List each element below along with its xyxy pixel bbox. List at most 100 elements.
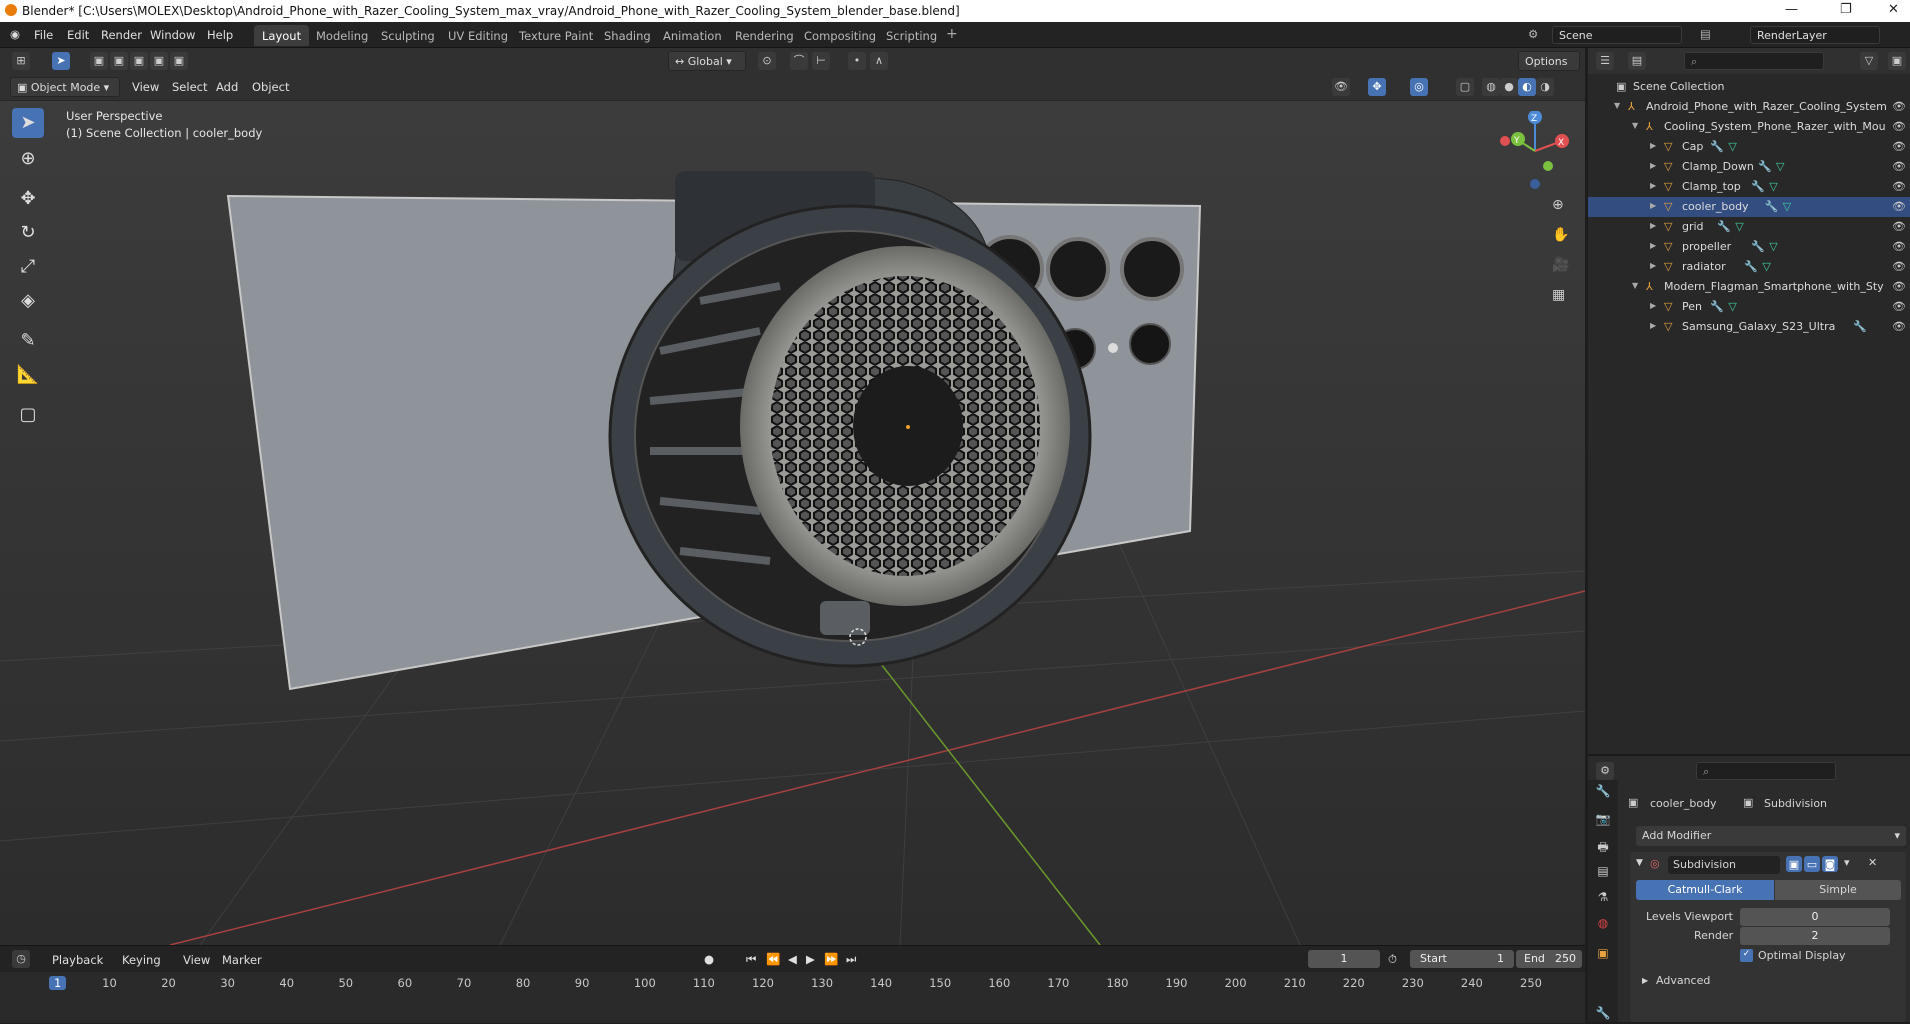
add-modifier-button[interactable]: Add Modifier ▾	[1636, 826, 1906, 846]
camera-view-icon[interactable]: 🎥	[1552, 257, 1569, 273]
annotate-tool-icon[interactable]: ✎	[12, 326, 44, 356]
outliner-object-cooler-body[interactable]: ▶ ▽ cooler_body 🔧 ▽ 👁	[1588, 197, 1910, 217]
render-layer-icon[interactable]: ▤	[1700, 27, 1711, 41]
advanced-label[interactable]: Advanced	[1656, 974, 1710, 987]
visibility-eye-icon[interactable]: 👁	[1892, 180, 1906, 193]
editmode-toggle-icon[interactable]: ▣	[1786, 856, 1802, 872]
visibility-eye-icon[interactable]: 👁	[1892, 200, 1906, 213]
mesh-data-icon[interactable]: ▽	[1783, 200, 1791, 213]
visibility-eye-icon[interactable]: 👁	[1892, 240, 1906, 253]
pan-hand-icon[interactable]: ✋	[1552, 227, 1569, 243]
expand-icon[interactable]: ▼	[1632, 281, 1638, 290]
editor-type-icon[interactable]: ⊞	[12, 52, 30, 70]
tab-rendering[interactable]: Rendering	[727, 25, 802, 46]
viewport-menu-add[interactable]: Add	[216, 80, 238, 94]
optimal-display-checkbox[interactable]: ✓	[1740, 949, 1753, 962]
outliner-object-clamp-down[interactable]: ▶ ▽ Clamp_Down 🔧 ▽ 👁	[1588, 157, 1910, 177]
options-dropdown[interactable]: Options	[1518, 51, 1580, 71]
tab-scripting[interactable]: Scripting	[878, 25, 945, 46]
visibility-eye-icon[interactable]: 👁	[1892, 100, 1906, 113]
timeline-editor-icon[interactable]: ◷	[12, 950, 30, 968]
select-tool-icon[interactable]: ➤	[52, 52, 70, 70]
solid-shading-icon[interactable]: ●	[1500, 78, 1518, 96]
timeline-menu-marker[interactable]: Marker	[222, 953, 262, 967]
tool-tab-icon[interactable]: 🔧	[1594, 784, 1612, 802]
modifier-icon[interactable]: 🔧	[1744, 260, 1758, 273]
minimize-icon[interactable]: —	[1785, 2, 1798, 17]
next-keyframe-icon[interactable]: ⏩	[824, 952, 838, 966]
select-subtract-icon[interactable]: ▣	[130, 52, 148, 70]
viewport-toggle-icon[interactable]: ▭	[1804, 856, 1820, 872]
snap-icon[interactable]: ⌒	[790, 52, 808, 70]
scene-icon[interactable]: ⚙	[1528, 27, 1538, 41]
3d-viewport[interactable]: User Perspective (1) Scene Collection | …	[0, 101, 1585, 945]
material-shading-icon[interactable]: ◐	[1518, 78, 1536, 96]
expand-icon[interactable]: ▼	[1632, 121, 1638, 130]
tab-texture-paint[interactable]: Texture Paint	[511, 25, 601, 46]
add-workspace-icon[interactable]: +	[946, 26, 958, 42]
start-frame-field[interactable]: Start 1	[1410, 950, 1514, 968]
play-reverse-icon[interactable]: ◀	[788, 952, 797, 966]
expand-icon[interactable]: ▶	[1650, 141, 1656, 150]
mode-dropdown[interactable]: ▣ Object Mode ▾	[10, 77, 120, 97]
blender-menu-icon[interactable]: ◉	[10, 27, 20, 41]
modifier-icon[interactable]: 🔧	[1717, 220, 1731, 233]
viewport-menu-view[interactable]: View	[132, 80, 159, 94]
select-invert-icon[interactable]: ▣	[150, 52, 168, 70]
perspective-toggle-icon[interactable]: ▦	[1552, 287, 1565, 303]
outliner-collection[interactable]: ▼ ⅄ Modern_Flagman_Smartphone_with_Sty 👁	[1588, 277, 1910, 297]
collapse-icon[interactable]: ▼	[1636, 858, 1643, 868]
new-collection-icon[interactable]: ▣	[1888, 52, 1906, 70]
render-toggle-icon[interactable]: ◙	[1822, 856, 1838, 872]
add-cube-tool-icon[interactable]: ▢	[12, 400, 44, 430]
properties-search[interactable]: ⌕	[1696, 762, 1836, 780]
outliner-object-samsung-galaxy-s23-ultra[interactable]: ▶ ▽ Samsung_Galaxy_S23_Ultra 🔧 👁	[1588, 317, 1910, 337]
mesh-data-icon[interactable]: ▽	[1735, 220, 1743, 233]
modifier-tab-icon[interactable]: 🔧	[1594, 1006, 1612, 1024]
mesh-data-icon[interactable]: ▽	[1728, 300, 1736, 313]
catmull-clark-button[interactable]: Catmull-Clark	[1636, 880, 1774, 900]
expand-icon[interactable]: ▶	[1650, 241, 1656, 250]
select-box-mode-icon[interactable]: ▣	[90, 52, 108, 70]
menu-render[interactable]: Render	[101, 28, 142, 42]
move-tool-icon[interactable]: ✥	[12, 184, 44, 214]
overlays-icon[interactable]: ◎	[1410, 78, 1428, 96]
stopwatch-icon[interactable]: ⏱	[1388, 952, 1397, 967]
render-levels-field[interactable]: 2	[1740, 927, 1890, 945]
outliner-collection[interactable]: ▼ ⅄ Android_Phone_with_Razer_Cooling_Syste…	[1588, 97, 1910, 117]
properties-editor-icon[interactable]: ⚙	[1596, 762, 1614, 780]
mesh-data-icon[interactable]: ▽	[1776, 160, 1784, 173]
view-layer-tab-icon[interactable]: ▤	[1594, 864, 1612, 882]
menu-window[interactable]: Window	[150, 28, 195, 42]
modifier-icon[interactable]: 🔧	[1751, 240, 1765, 253]
viewport-menu-select[interactable]: Select	[172, 80, 207, 94]
play-icon[interactable]: ▶	[806, 952, 815, 966]
expand-icon[interactable]: ▼	[1614, 101, 1620, 110]
visibility-eye-icon[interactable]: 👁	[1892, 120, 1906, 133]
modifier-icon[interactable]: 🔧	[1710, 300, 1724, 313]
select-intersect-icon[interactable]: ▣	[170, 52, 188, 70]
cursor-tool-icon[interactable]: ⊕	[12, 144, 44, 174]
modifier-icon[interactable]: 🔧	[1853, 320, 1867, 333]
timeline-menu-keying[interactable]: Keying	[122, 953, 161, 967]
tab-compositing[interactable]: Compositing	[796, 25, 884, 46]
expand-icon[interactable]: ▶	[1650, 301, 1656, 310]
scene-field[interactable]: Scene	[1552, 26, 1682, 44]
timeline-menu-view[interactable]: View	[183, 953, 210, 967]
tab-animation[interactable]: Animation	[655, 25, 730, 46]
visibility-eye-icon[interactable]: 👁	[1892, 220, 1906, 233]
outliner-root[interactable]: ▣ Scene Collection	[1588, 77, 1910, 97]
navigation-gizmo[interactable]: Z X Y	[1490, 110, 1580, 191]
falloff-icon[interactable]: ∧	[870, 52, 888, 70]
expand-icon[interactable]: ▶	[1650, 321, 1656, 330]
restore-icon[interactable]: ❐	[1840, 2, 1852, 17]
modifier-icon[interactable]: 🔧	[1765, 200, 1779, 213]
menu-edit[interactable]: Edit	[67, 28, 89, 42]
display-mode-icon[interactable]: ▤	[1628, 52, 1646, 70]
outliner-object-pen[interactable]: ▶ ▽ Pen 🔧 ▽ 👁	[1588, 297, 1910, 317]
visibility-icon[interactable]: 👁	[1332, 78, 1350, 96]
levels-viewport-field[interactable]: 0	[1740, 908, 1890, 926]
tab-layout[interactable]: Layout	[254, 25, 310, 46]
xray-icon[interactable]: ▢	[1456, 78, 1474, 96]
scale-tool-icon[interactable]: ⤢	[12, 252, 44, 282]
